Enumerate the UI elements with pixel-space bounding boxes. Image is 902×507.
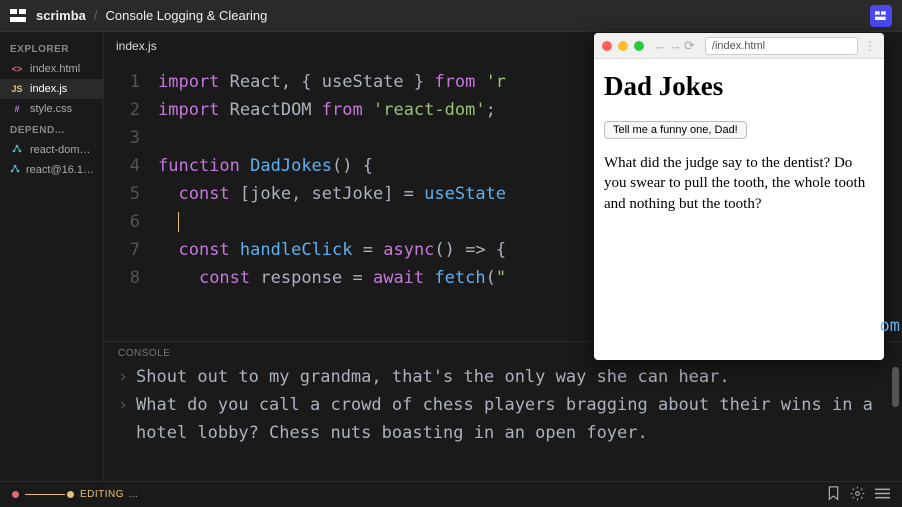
console-line: ›Shout out to my grandma, that's the onl… [118, 363, 888, 391]
playhead-dot-icon [67, 491, 74, 498]
explorer-label: EXPLORER [0, 38, 103, 59]
dependencies-label: DEPEND… [0, 119, 103, 140]
sidebar-file[interactable]: <> index.html [0, 59, 103, 79]
menu-icon[interactable] [875, 487, 890, 503]
chevron-right-icon: › [118, 391, 136, 447]
tab-active[interactable]: index.js [116, 39, 157, 53]
console-line: ›What do you call a crowd of chess playe… [118, 391, 888, 447]
statusbar: EDITING … [0, 481, 902, 507]
file-name: index.html [30, 63, 80, 75]
joke-button[interactable]: Tell me a funny one, Dad! [604, 121, 747, 139]
sidebar-dependency[interactable]: react-dom… [0, 140, 103, 160]
file-icon: <> [10, 64, 24, 74]
preview-body: Dad Jokes Tell me a funny one, Dad! What… [594, 59, 884, 226]
preview-toolbar: ← → ⟳ /index.html ⋮ [594, 33, 884, 59]
line-number: 1 [104, 68, 158, 96]
dependency-name: react-dom… [30, 144, 91, 156]
package-icon [10, 164, 20, 176]
back-icon[interactable]: ← [654, 38, 667, 54]
preview-menu-icon[interactable]: ⋮ [864, 39, 876, 53]
status-text: EDITING [80, 489, 124, 500]
cursor [178, 212, 179, 232]
gear-icon[interactable] [850, 486, 865, 504]
joke-text: What did the judge say to the dentist? D… [604, 153, 874, 214]
breadcrumb-separator: / [94, 8, 98, 23]
truncated-text: om [880, 316, 902, 336]
scrollbar[interactable] [892, 367, 899, 407]
line-number: 5 [104, 180, 158, 208]
reload-icon[interactable]: ⟳ [684, 38, 695, 54]
line-number: 7 [104, 236, 158, 264]
record-dot-icon [12, 491, 19, 498]
address-bar[interactable]: /index.html [705, 37, 858, 55]
line-number: 3 [104, 124, 158, 152]
sidebar-file[interactable]: # style.css [0, 99, 103, 119]
app-icon-button[interactable] [870, 5, 892, 27]
line-number: 6 [104, 208, 158, 236]
sidebar: EXPLORER <> index.html JS index.js # style.cs… [0, 32, 104, 481]
titlebar: scrimba / Console Logging & Clearing [0, 0, 902, 32]
file-icon: # [10, 104, 24, 114]
dependency-name: react@16.1… [26, 164, 94, 176]
file-name: style.css [30, 103, 72, 115]
chevron-right-icon: › [118, 363, 136, 391]
preview-heading: Dad Jokes [604, 71, 874, 102]
console-output[interactable]: ›Shout out to my grandma, that's the onl… [104, 363, 902, 481]
line-number: 2 [104, 96, 158, 124]
sidebar-file[interactable]: JS index.js [0, 79, 103, 99]
page-title: Console Logging & Clearing [106, 8, 268, 23]
status-dots: … [128, 489, 138, 500]
preview-window: ← → ⟳ /index.html ⋮ Dad Jokes Tell me a … [594, 33, 884, 360]
line-number: 8 [104, 264, 158, 292]
file-icon: JS [10, 84, 24, 94]
package-icon [10, 144, 24, 156]
sidebar-dependency[interactable]: react@16.1… [0, 160, 103, 180]
brand: scrimba [36, 8, 86, 23]
file-name: index.js [30, 83, 67, 95]
line-number: 4 [104, 152, 158, 180]
timeline-line [25, 494, 65, 495]
traffic-lights[interactable] [602, 41, 644, 51]
forward-icon[interactable]: → [669, 38, 682, 54]
bookmark-icon[interactable] [827, 486, 840, 504]
scrimba-logo-icon [10, 9, 28, 23]
